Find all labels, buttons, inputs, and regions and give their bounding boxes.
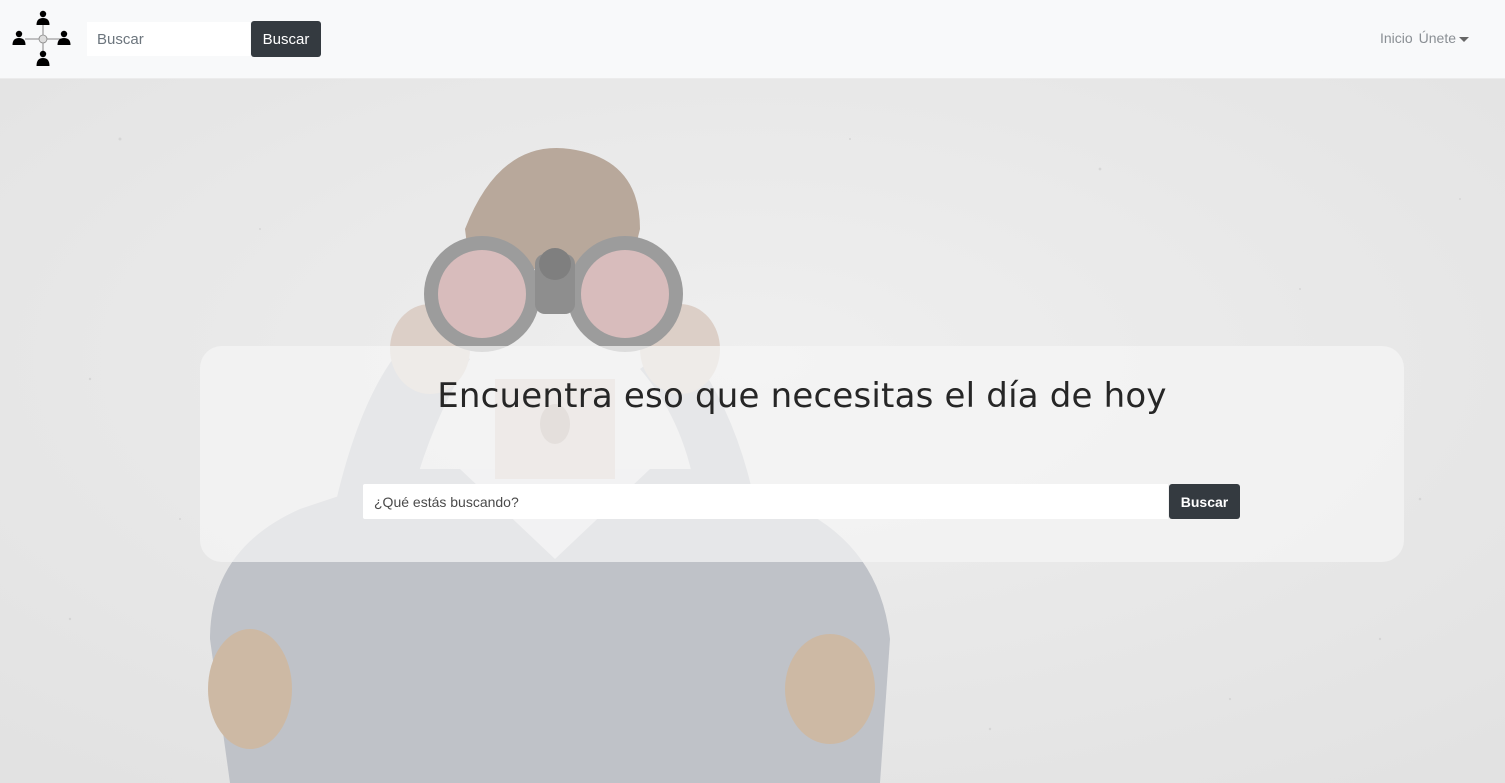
navbar: Buscar Inicio Únete (0, 0, 1505, 79)
hero-section: Encuentra eso que necesitas el día de ho… (0, 79, 1505, 783)
navbar-search-input[interactable] (87, 22, 250, 56)
hero-search-card: Encuentra eso que necesitas el día de ho… (200, 346, 1404, 562)
people-network-icon[interactable] (12, 10, 74, 68)
nav-links: Inicio Únete (1380, 30, 1469, 46)
nav-link-unete-dropdown[interactable]: Únete (1419, 30, 1469, 46)
nav-link-inicio[interactable]: Inicio (1380, 30, 1413, 46)
navbar-search-button[interactable]: Buscar (251, 21, 321, 57)
nav-link-unete-label: Únete (1418, 30, 1456, 46)
hero-title: Encuentra eso que necesitas el día de ho… (437, 376, 1167, 416)
hero-search-input[interactable] (363, 484, 1168, 519)
hero-search-button[interactable]: Buscar (1169, 484, 1240, 519)
caret-down-icon (1459, 36, 1469, 42)
